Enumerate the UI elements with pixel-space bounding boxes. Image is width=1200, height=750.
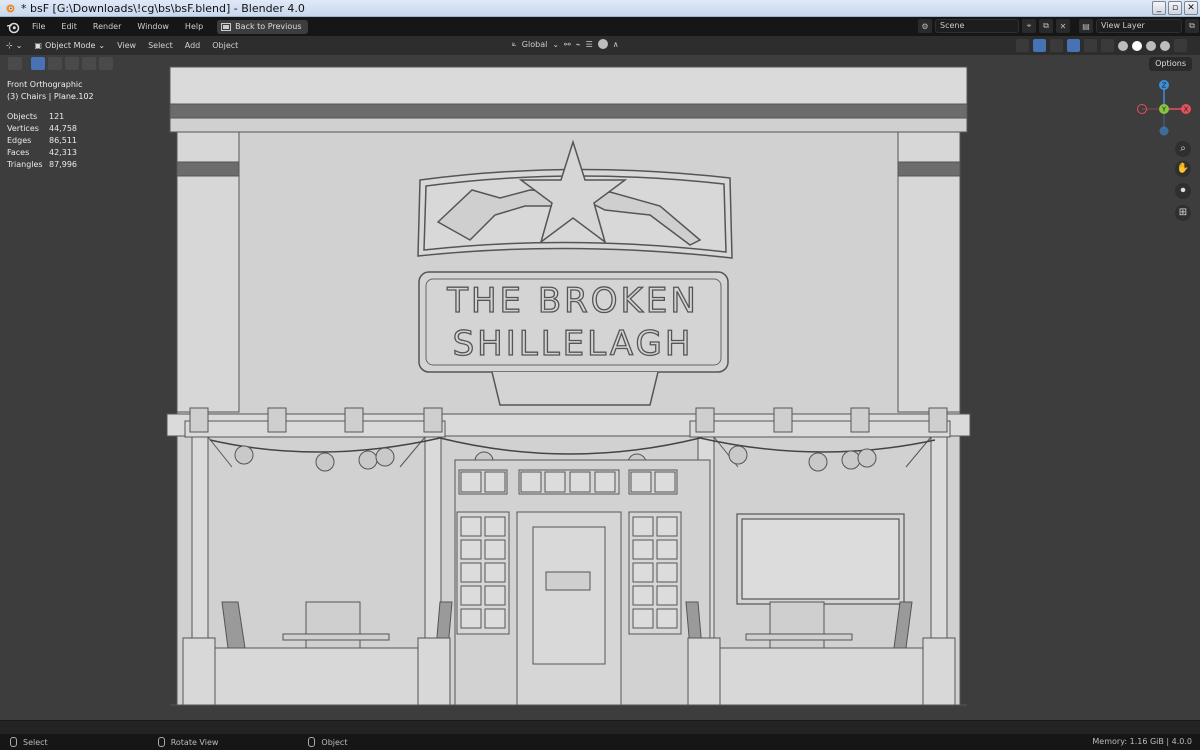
close-button[interactable]: ✕ bbox=[1184, 1, 1198, 15]
menu-render[interactable]: Render bbox=[85, 17, 129, 36]
status-bar: Select Rotate View Object Memory: 1.16 G… bbox=[0, 734, 1200, 750]
overlay-dropdown-icon[interactable] bbox=[1084, 39, 1097, 52]
window-titlebar: * bsF [G:\Downloads\!cg\bs\bsF.blend] - … bbox=[0, 0, 1200, 17]
window-title: * bsF [G:\Downloads\!cg\bs\bsF.blend] - … bbox=[21, 1, 305, 15]
scene-icon[interactable]: ⚙ bbox=[918, 19, 932, 33]
blender-window: * bsF [G:\Downloads\!cg\bs\bsF.blend] - … bbox=[0, 0, 1200, 750]
blender-icon bbox=[3, 1, 17, 15]
scene-field[interactable]: Scene bbox=[935, 19, 1019, 33]
chevron-down-icon: ⌄ bbox=[98, 41, 106, 50]
back-to-previous-button[interactable]: Back to Previous bbox=[217, 19, 308, 34]
menu-add[interactable]: Add bbox=[179, 36, 207, 55]
shading-wireframe-icon[interactable] bbox=[1118, 40, 1128, 51]
menu-view[interactable]: View bbox=[111, 36, 142, 55]
chevron-down-icon: ⌄ bbox=[15, 41, 23, 50]
shading-material-icon[interactable] bbox=[1146, 40, 1156, 51]
menu-edit[interactable]: Edit bbox=[53, 17, 85, 36]
viewport-header: ⊹ ⌄ ▣ Object Mode ⌄ View Select Add Objec… bbox=[0, 36, 1200, 55]
maximize-button[interactable]: ▫ bbox=[1168, 1, 1182, 15]
camera-icon[interactable]: ⏺ bbox=[1175, 183, 1191, 199]
proportional-edit-icon[interactable] bbox=[597, 39, 608, 49]
right-pillar-band bbox=[897, 161, 961, 177]
back-to-previous-label: Back to Previous bbox=[235, 22, 302, 31]
grid-icon[interactable]: ⊞ bbox=[1175, 205, 1191, 221]
right-mouse-icon bbox=[308, 737, 316, 747]
falloff-icon[interactable]: ∧ bbox=[613, 40, 619, 49]
minimize-button[interactable]: _ bbox=[1152, 1, 1166, 15]
left-pillar-band bbox=[176, 161, 240, 177]
view-layer-field[interactable]: View Layer bbox=[1096, 19, 1182, 33]
status-object: Object bbox=[308, 737, 347, 747]
new-scene-icon[interactable]: ⧉ bbox=[1039, 19, 1053, 33]
scene-selector: ⚙ Scene ⌖ ⧉ ✕ ▤ View Layer ⧉ ✕ bbox=[918, 19, 1200, 33]
left-mouse-icon bbox=[10, 737, 17, 747]
new-view-layer-icon[interactable]: ⧉ bbox=[1185, 19, 1199, 33]
x-axis-label: X bbox=[1184, 106, 1189, 114]
sign-line-2: SHILLELAGH bbox=[453, 324, 694, 364]
mode-label: Object Mode bbox=[44, 41, 96, 50]
gizmo-dropdown-icon[interactable] bbox=[1050, 39, 1063, 52]
neg-z-axis-icon[interactable] bbox=[1159, 126, 1169, 136]
3d-viewport[interactable]: Options Front Orthographic (3) Chairs | … bbox=[0, 55, 1200, 720]
pin-icon[interactable]: ⌖ bbox=[1022, 19, 1036, 33]
object-mode-icon: ▣ bbox=[34, 41, 42, 50]
view-layer-icon[interactable]: ▤ bbox=[1079, 19, 1093, 33]
status-select-label: Select bbox=[23, 737, 48, 747]
menu-file[interactable]: File bbox=[24, 17, 53, 36]
snap-target-icon[interactable]: ☰ bbox=[586, 40, 593, 49]
menu-help[interactable]: Help bbox=[177, 17, 211, 36]
roof-trim bbox=[169, 103, 968, 119]
status-select: Select bbox=[10, 737, 48, 747]
shading-rendered-icon[interactable] bbox=[1160, 40, 1170, 51]
snap-icon[interactable]: ⌁ bbox=[576, 40, 581, 49]
menu-select[interactable]: Select bbox=[142, 36, 179, 55]
visibility-icon[interactable] bbox=[1016, 39, 1029, 52]
shop-window bbox=[736, 513, 905, 605]
status-rotate: Rotate View bbox=[157, 737, 219, 747]
xray-toggle-icon[interactable] bbox=[1101, 39, 1114, 52]
editor-type-icon: ⊹ bbox=[6, 41, 13, 50]
middle-mouse-icon bbox=[157, 737, 165, 747]
zoom-icon[interactable]: ⌕ bbox=[1175, 141, 1191, 157]
screen-icon bbox=[221, 22, 232, 31]
blender-logo-icon[interactable] bbox=[6, 20, 20, 34]
delete-scene-icon[interactable]: ✕ bbox=[1056, 19, 1070, 33]
shading-dropdown-icon[interactable] bbox=[1174, 39, 1187, 52]
overlay-toggle-icon[interactable] bbox=[1067, 39, 1080, 52]
transform-tools: ⟀ Global ⌄ ⚯ ⌁ ☰ ∧ bbox=[512, 39, 619, 49]
pan-hand-icon[interactable]: ✋ bbox=[1175, 161, 1191, 177]
shading-solid-icon[interactable] bbox=[1132, 40, 1142, 51]
y-axis-label: Y bbox=[1161, 106, 1167, 114]
memory-info: Memory: 1.16 GiB | 4.0.0 bbox=[1092, 737, 1192, 746]
status-object-label: Object bbox=[321, 737, 348, 747]
menu-window[interactable]: Window bbox=[129, 17, 177, 36]
orientation-icon: ⟀ bbox=[512, 39, 517, 48]
building-model[interactable]: THE BROKEN SHILLELAGH bbox=[0, 55, 1200, 720]
navigation-gizmo[interactable]: Z Y X bbox=[1132, 79, 1192, 139]
top-menubar: File Edit Render Window Help Back to Pre… bbox=[0, 17, 1200, 36]
z-axis-label: Z bbox=[1162, 82, 1167, 90]
chevron-down-icon: ⌄ bbox=[552, 39, 560, 49]
status-rotate-label: Rotate View bbox=[170, 737, 219, 747]
transform-orientation-select[interactable]: Global bbox=[522, 40, 548, 49]
viewport-display-tools bbox=[1016, 39, 1187, 52]
editor-type-selector[interactable]: ⊹ ⌄ bbox=[0, 41, 28, 50]
mode-selector[interactable]: ▣ Object Mode ⌄ bbox=[28, 41, 111, 50]
timeline-strip[interactable] bbox=[0, 720, 1200, 734]
sign-line-1: THE BROKEN bbox=[446, 281, 699, 321]
pivot-icon[interactable]: ⚯ bbox=[564, 40, 571, 49]
menu-object[interactable]: Object bbox=[206, 36, 244, 55]
roof-band bbox=[169, 117, 968, 133]
gizmo-toggle-icon[interactable] bbox=[1033, 39, 1046, 52]
